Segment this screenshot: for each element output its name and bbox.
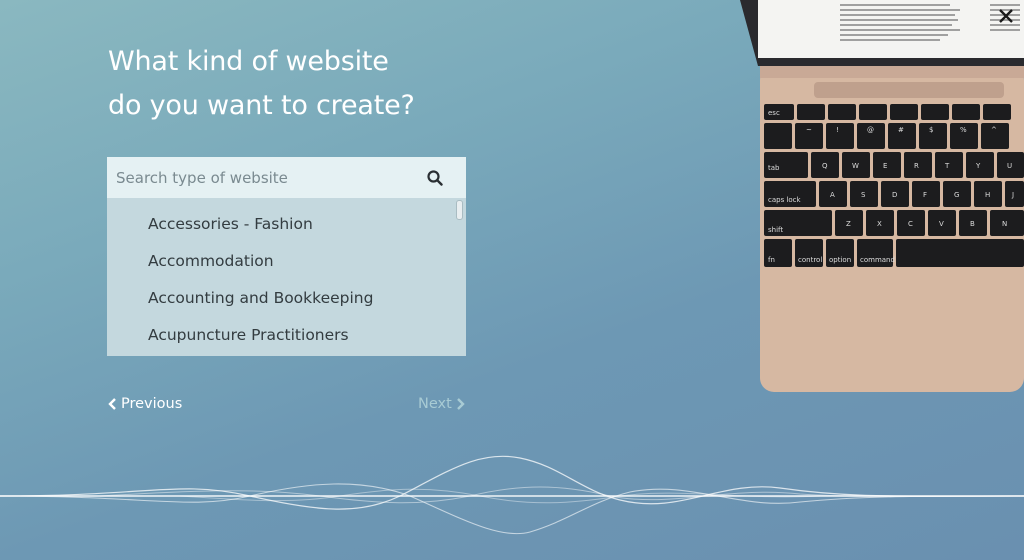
page-title: What kind of website do you want to crea… [108,40,415,128]
svg-text:B: B [970,220,975,228]
search-button[interactable] [424,167,446,189]
next-label: Next [418,396,452,412]
svg-text:tab: tab [768,164,780,172]
list-item[interactable]: Accessories - Fashion [107,206,466,243]
svg-text:Z: Z [846,220,851,228]
search-icon [427,170,443,186]
svg-text:control: control [798,256,822,264]
svg-text:C: C [908,220,913,228]
svg-text:R: R [914,162,919,170]
list-item[interactable]: Accommodation [107,243,466,280]
svg-text:N: N [1002,220,1007,228]
laptop-image: esc ~! @ # $% ^ tab Q W E R T Y U caps lock A S… [740,0,1024,392]
svg-text:J: J [1011,191,1014,199]
svg-text:D: D [892,191,897,199]
svg-text:X: X [877,220,882,228]
next-button[interactable]: Next [418,396,465,412]
decorative-waves [0,455,1024,535]
svg-text:@: @ [867,126,874,134]
svg-text:V: V [939,220,944,228]
scrollbar-thumb[interactable] [456,200,463,220]
svg-text:S: S [861,191,866,199]
website-type-list[interactable]: Accessories - Fashion Accommodation Acco… [107,198,466,356]
svg-text:U: U [1007,162,1012,170]
svg-text:shift: shift [768,226,783,234]
website-type-picker: Accessories - Fashion Accommodation Acco… [107,157,466,356]
svg-text:^: ^ [991,126,997,134]
svg-text:caps lock: caps lock [768,196,802,204]
svg-text:!: ! [836,126,839,134]
svg-text:Y: Y [975,162,981,170]
chevron-left-icon [108,398,116,410]
close-icon [999,9,1013,23]
svg-text:#: # [898,126,904,134]
svg-text:A: A [830,191,835,199]
svg-text:%: % [960,126,967,134]
list-scrollbar[interactable] [455,198,463,356]
chevron-right-icon [456,398,465,410]
search-box [107,157,466,198]
svg-text:command: command [860,256,895,264]
svg-text:~: ~ [806,126,812,134]
svg-text:option: option [829,256,851,264]
svg-text:esc: esc [768,109,780,117]
svg-text:W: W [852,162,859,170]
page-title-line-1: What kind of website [108,46,389,77]
svg-text:T: T [944,162,950,170]
svg-text:E: E [883,162,887,170]
page-title-line-2: do you want to create? [108,90,415,121]
previous-button[interactable]: Previous [108,396,182,412]
svg-text:Q: Q [822,162,828,170]
svg-text:$: $ [929,126,933,134]
list-item[interactable]: Acupuncture Practitioners [107,317,466,354]
previous-label: Previous [121,396,183,412]
svg-text:F: F [923,191,927,199]
svg-text:H: H [985,191,990,199]
search-input[interactable] [107,157,417,198]
svg-text:G: G [954,191,959,199]
svg-text:fn: fn [768,256,775,264]
close-button[interactable] [994,4,1018,28]
list-item[interactable]: Accounting and Bookkeeping [107,280,466,317]
